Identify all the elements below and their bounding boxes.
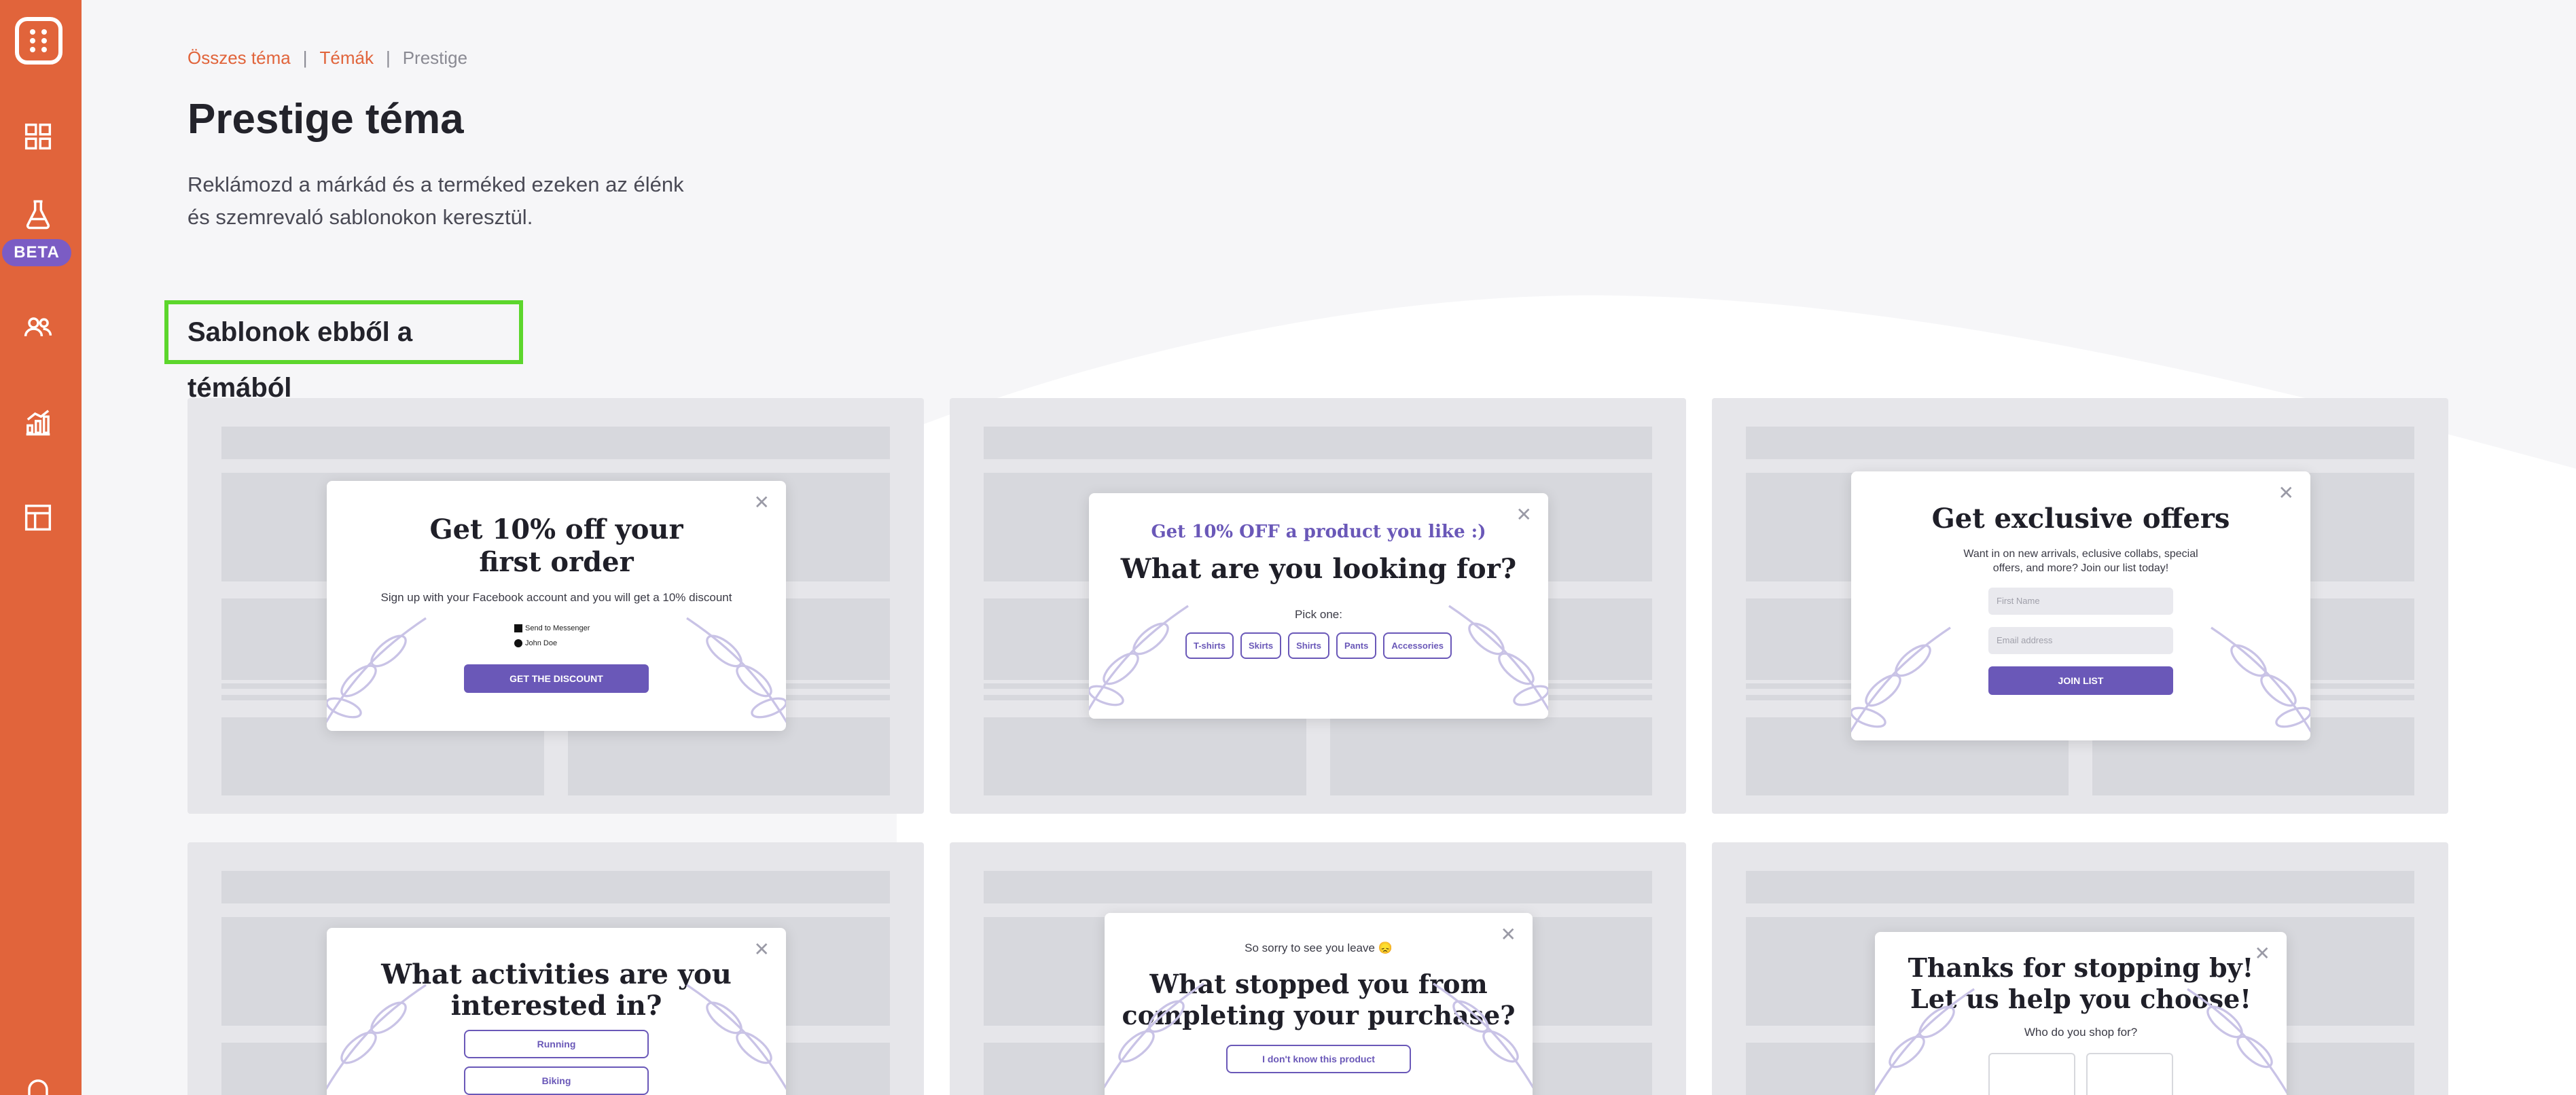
close-icon: ✕ <box>753 939 770 960</box>
leaf-decoration-icon <box>327 984 427 1090</box>
option-skirts: Skirts <box>1240 632 1282 659</box>
popup-pretitle: Get 10% OFF a product you like :) <box>1151 522 1486 542</box>
popup-preview: ✕ What activities are you interested in? … <box>327 928 786 1095</box>
option-biking: Biking <box>464 1066 649 1095</box>
user-option: John Doe <box>525 639 558 647</box>
close-icon: ✕ <box>2278 482 2294 503</box>
template-card[interactable]: ✕ Get 10% off your first order Sign up wi… <box>187 398 924 814</box>
leaf-decoration-icon <box>1089 605 1189 711</box>
popup-preview: ✕ Thanks for stopping by! Let us help you… <box>1875 932 2287 1095</box>
popup-subtitle: Want in on new arrivals, eclusive collab… <box>1963 548 2198 574</box>
popup-pretitle: So sorry to see you leave 😞 <box>1245 941 1393 954</box>
app-logo[interactable] <box>15 17 62 65</box>
email-field: Email address <box>1988 627 2173 654</box>
main-content: Összes téma | Témák | Prestige Prestige téma… <box>82 0 2576 1095</box>
leaf-decoration-icon <box>2187 988 2287 1095</box>
template-card[interactable]: ✕ So sorry to see you leave 😞 What stopp… <box>950 842 1686 1095</box>
template-card[interactable]: ✕ Get 10% OFF a product you like :) What… <box>950 398 1686 814</box>
users-icon[interactable] <box>20 310 56 345</box>
page-description: Reklámozd a márkád és a terméked ezeken … <box>187 168 704 234</box>
flask-icon[interactable] <box>20 197 56 232</box>
bell-icon[interactable] <box>20 1073 56 1095</box>
close-icon: ✕ <box>1500 924 1516 945</box>
template-card[interactable]: ✕ What activities are you interested in? … <box>187 842 924 1095</box>
section-title: Sablonok ebből a témából <box>164 300 523 403</box>
option-unknown-product: I don't know this product <box>1226 1045 1411 1073</box>
leaf-decoration-icon <box>686 617 786 731</box>
option-running: Running <box>464 1030 649 1058</box>
templates-icon[interactable] <box>20 500 56 535</box>
get-discount-button: GET THE DISCOUNT <box>464 664 649 693</box>
template-card[interactable]: ✕ Thanks for stopping by! Let us help you… <box>1712 842 2448 1095</box>
leaf-decoration-icon <box>1448 605 1548 719</box>
analytics-icon[interactable] <box>20 405 56 440</box>
close-icon: ✕ <box>1516 504 1532 525</box>
breadcrumb-themes[interactable]: Témák <box>319 48 373 68</box>
dashboard-icon[interactable] <box>20 119 56 154</box>
join-list-button: JOIN LIST <box>1988 666 2173 695</box>
close-icon: ✕ <box>753 492 770 513</box>
leaf-decoration-icon <box>2211 626 2310 740</box>
description-line: és szemrevaló sablonokon keresztül. <box>187 205 533 229</box>
popup-preview: ✕ Get exclusive offers Want in on new ar… <box>1851 471 2310 740</box>
close-icon: ✕ <box>2254 943 2270 964</box>
breadcrumb-current: Prestige <box>402 48 468 68</box>
first-name-field: First Name <box>1988 588 2173 615</box>
leaf-decoration-icon <box>1875 988 1975 1094</box>
leaf-decoration-icon <box>1433 982 1533 1095</box>
popup-preview: ✕ So sorry to see you leave 😞 What stopp… <box>1105 913 1533 1095</box>
option-shirts: Shirts <box>1288 632 1329 659</box>
template-card[interactable]: ✕ Get exclusive offers Want in on new ar… <box>1712 398 2448 814</box>
leaf-decoration-icon <box>1105 982 1204 1089</box>
leaf-decoration-icon <box>1851 626 1951 733</box>
breadcrumb-separator: | <box>302 48 308 68</box>
breadcrumb-separator: | <box>385 48 391 68</box>
beta-badge: BETA <box>2 239 71 266</box>
messenger-option: Send to Messenger <box>525 624 590 632</box>
sidebar: BETA <box>0 0 82 1095</box>
description-line: Reklámozd a márkád és a terméked ezeken … <box>187 173 684 196</box>
option-pants: Pants <box>1336 632 1377 659</box>
popup-title: Get exclusive offers <box>1931 503 2230 535</box>
page-title: Prestige téma <box>187 96 464 143</box>
popup-preview: ✕ Get 10% OFF a product you like :) What… <box>1089 493 1548 719</box>
breadcrumb-all-themes[interactable]: Összes téma <box>187 48 291 68</box>
leaf-decoration-icon <box>686 984 786 1095</box>
breadcrumb: Összes téma | Témák | Prestige <box>187 48 467 69</box>
leaf-decoration-icon <box>327 617 427 723</box>
popup-preview: ✕ Get 10% off your first order Sign up wi… <box>327 481 786 731</box>
popup-title: Get 10% off your first order <box>429 514 683 578</box>
